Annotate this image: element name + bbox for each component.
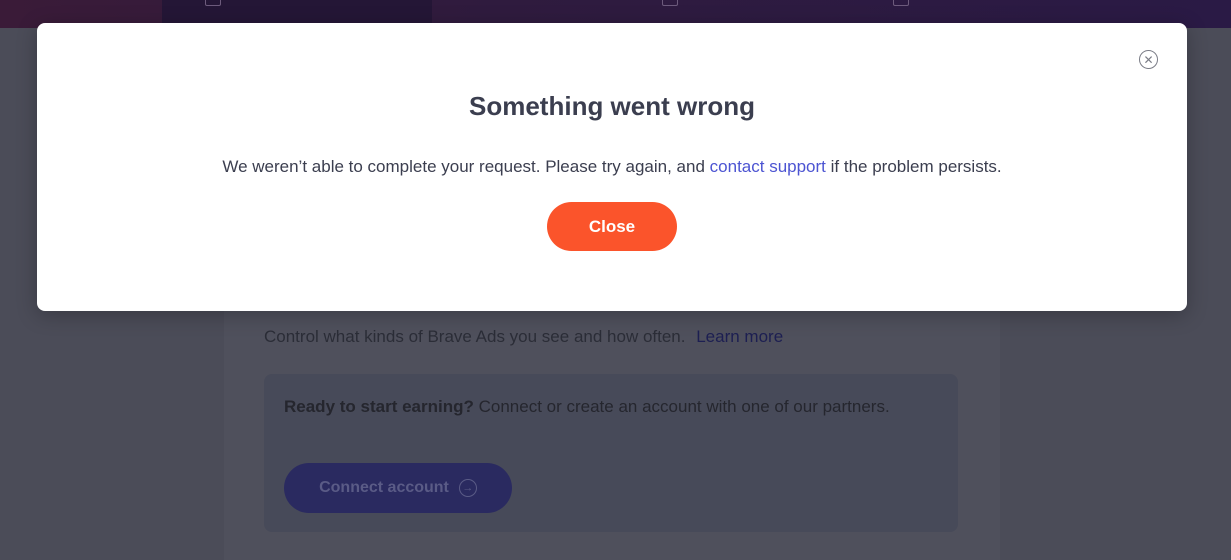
connect-account-button[interactable]: Connect account → (284, 463, 512, 513)
earn-card-text: Ready to start earning? Connect or creat… (284, 394, 924, 419)
modal-title: Something went wrong (469, 91, 755, 121)
ads-description: Control what kinds of Brave Ads you see … (264, 327, 783, 347)
nav-tab-icon (205, 0, 221, 6)
arrow-right-circle-icon: → (458, 479, 477, 497)
close-button[interactable]: Close (547, 202, 677, 251)
connect-account-label: Connect account (319, 479, 449, 496)
close-circle-icon[interactable]: ✕ (1139, 50, 1158, 69)
error-modal: ✕ Something went wrong We weren’t able t… (37, 23, 1187, 311)
modal-message: We weren’t able to complete your request… (37, 157, 1187, 177)
ads-description-text: Control what kinds of Brave Ads you see … (264, 327, 686, 346)
nav-tab-icon (893, 0, 909, 6)
learn-more-link[interactable]: Learn more (696, 327, 783, 346)
earn-card: Ready to start earning? Connect or creat… (264, 374, 958, 532)
contact-support-link[interactable]: contact support (710, 157, 826, 176)
modal-message-before-link: We weren’t able to complete your request… (222, 157, 705, 176)
earn-card-heading: Ready to start earning? (284, 397, 474, 416)
earn-card-body: Connect or create an account with one of… (478, 397, 890, 416)
nav-tab-icon (662, 0, 678, 6)
modal-message-after-link: if the problem persists. (830, 157, 1002, 176)
